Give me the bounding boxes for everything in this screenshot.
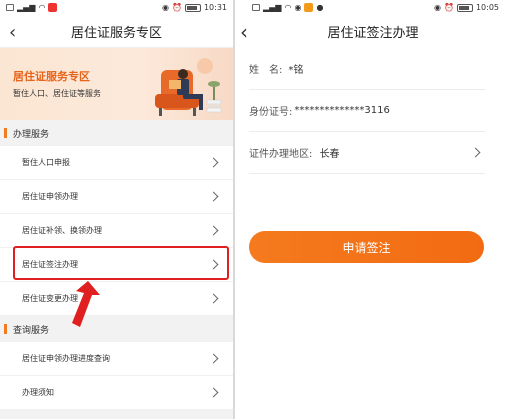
id-value: **************3116	[294, 105, 390, 116]
signal-icon: ▂▄▆	[17, 3, 36, 12]
back-icon[interactable]: ‹	[240, 20, 248, 44]
apply-endorse-button[interactable]: 申请签注	[249, 231, 484, 263]
chevron-right-icon	[208, 225, 219, 236]
id-row: 身份证号: **************3116	[249, 90, 485, 132]
list-item-label: 居住证补领、换领办理	[22, 226, 102, 235]
status-time: 10:31	[203, 3, 227, 12]
name-value: *铭	[288, 65, 304, 76]
wifi-icon: ◠	[284, 3, 292, 12]
chevron-right-icon	[470, 147, 481, 158]
app-notification-icon	[304, 3, 314, 12]
nfc-icon: ◉	[161, 3, 169, 12]
status-bar: ▂▄▆ ◠ ◉ ● ◉ ⏰ 10:05	[235, 0, 505, 15]
chevron-right-icon	[208, 353, 219, 364]
section-header-handling: 办理服务	[0, 120, 233, 146]
page-title: 居住证签注办理	[327, 26, 419, 41]
back-icon[interactable]: ‹	[9, 22, 16, 43]
nfc-icon: ◉	[433, 3, 441, 12]
signal-icon: ▂▄▆	[263, 3, 282, 12]
section-header-query: 查询服务	[0, 316, 233, 342]
chevron-right-icon	[208, 157, 219, 168]
chevron-right-icon	[208, 191, 219, 202]
list-item-temporary-residence[interactable]: 暂住人口申报	[0, 146, 233, 180]
reading-person-illustration-icon	[155, 58, 222, 116]
chevron-right-icon	[208, 259, 219, 270]
list-item-permit-replace[interactable]: 居住证补领、换领办理	[0, 214, 233, 248]
region-label: 证件办理地区:	[249, 149, 313, 160]
region-value: 长春	[319, 149, 340, 160]
sim-icon	[6, 4, 14, 11]
nav-bar: ‹ 居住证服务专区	[0, 15, 233, 48]
status-time: 10:05	[475, 3, 499, 12]
message-icon: ◉	[294, 3, 302, 12]
list-item-label: 居住证申领办理	[22, 192, 78, 201]
chat-icon: ●	[316, 3, 324, 12]
banner-subtitle: 暂住人口、居住证等服务	[13, 89, 101, 98]
name-label: 姓 名:	[249, 65, 283, 76]
list-item-permit-apply[interactable]: 居住证申领办理	[0, 180, 233, 214]
name-row: 姓 名: *铭	[249, 48, 485, 90]
wifi-icon: ◠	[38, 3, 46, 12]
list-item-progress-query[interactable]: 居住证申领办理进度查询	[0, 342, 233, 376]
sim-icon	[252, 4, 260, 11]
list-item-label: 居住证签注办理	[22, 260, 78, 269]
battery-icon	[184, 3, 201, 12]
alarm-icon: ⏰	[443, 3, 454, 12]
list-item-label: 暂住人口申报	[22, 158, 70, 167]
status-bar: ▂▄▆ ◠ ◉ ⏰ 10:31	[0, 0, 233, 15]
chevron-right-icon	[208, 387, 219, 398]
id-label: 身份证号:	[249, 107, 293, 118]
list-item-label: 办理须知	[22, 388, 54, 397]
left-screen: ▂▄▆ ◠ ◉ ⏰ 10:31 ‹ 居住证服务专区 居住证服务专区 暂住人口、居…	[0, 0, 233, 419]
nav-bar: ‹ 居住证签注办理	[235, 15, 505, 48]
list-item-label: 居住证变更办理	[22, 294, 78, 303]
service-banner: 居住证服务专区 暂住人口、居住证等服务	[0, 48, 233, 120]
battery-icon	[456, 3, 473, 12]
list-item-label: 居住证申领办理进度查询	[22, 354, 110, 363]
banner-title: 居住证服务专区	[13, 70, 90, 83]
list-item-permit-endorse[interactable]: 居住证签注办理	[0, 248, 233, 282]
screenshot-root: ▂▄▆ ◠ ◉ ⏰ 10:31 ‹ 居住证服务专区 居住证服务专区 暂住人口、居…	[0, 0, 505, 419]
chevron-right-icon	[208, 293, 219, 304]
list-item-notice[interactable]: 办理须知	[0, 376, 233, 410]
right-screen: ▂▄▆ ◠ ◉ ● ◉ ⏰ 10:05 ‹ 居住证签注办理 姓 名: *铭 身份…	[235, 0, 505, 419]
page-title: 居住证服务专区	[70, 25, 162, 41]
list-item-permit-change[interactable]: 居住证变更办理	[0, 282, 233, 316]
app-notification-icon	[48, 3, 58, 12]
alarm-icon: ⏰	[171, 3, 182, 12]
region-row[interactable]: 证件办理地区: 长春	[249, 132, 485, 174]
